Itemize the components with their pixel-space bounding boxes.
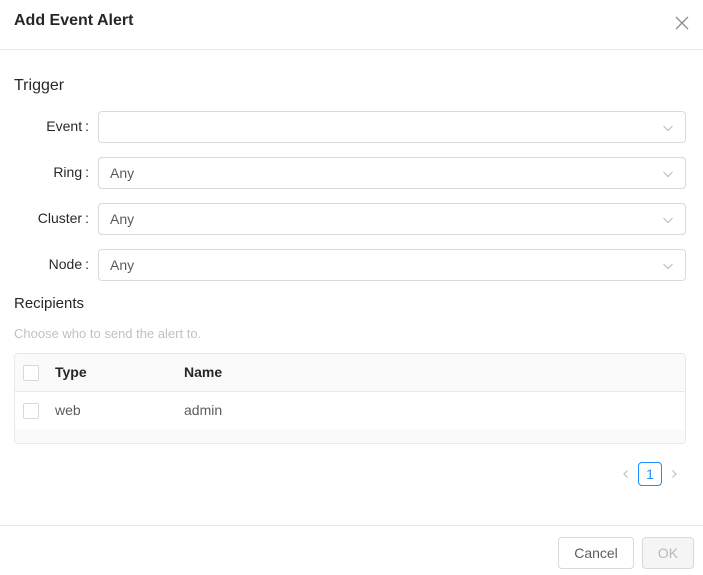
event-label-text: Event [46, 118, 83, 134]
close-button[interactable] [672, 13, 692, 33]
cell-name: admin [184, 402, 223, 418]
pagination: 1 [612, 462, 692, 486]
chevron-down-icon [663, 217, 673, 224]
node-select[interactable]: Any [98, 249, 686, 281]
node-form-row: Node: Any [0, 249, 703, 281]
column-header-type: Type [55, 364, 87, 380]
node-label-text: Node [48, 256, 83, 272]
ring-label-colon: : [85, 164, 89, 180]
ok-button[interactable]: OK [642, 537, 694, 569]
ring-label: Ring: [53, 164, 89, 180]
chevron-down-icon [663, 263, 673, 270]
cluster-label-text: Cluster [37, 210, 83, 226]
node-label: Node: [49, 256, 89, 272]
close-icon [675, 16, 689, 30]
table-header-row: Type Name [15, 354, 685, 392]
recipients-table: Type Name web admin [14, 353, 686, 444]
recipients-hint: Choose who to send the alert to. [14, 326, 202, 341]
cell-type: web [55, 402, 81, 418]
node-select-value: Any [110, 257, 135, 273]
cluster-select[interactable]: Any [98, 203, 686, 235]
ring-form-row: Ring: Any [0, 157, 703, 189]
chevron-left-icon [623, 470, 628, 478]
chevron-down-icon [663, 125, 673, 132]
trigger-section-title: Trigger [14, 77, 65, 94]
dialog-footer: Cancel OK [0, 525, 703, 575]
column-header-name: Name [184, 364, 223, 380]
chevron-down-icon [663, 171, 673, 178]
cancel-button[interactable]: Cancel [558, 537, 634, 569]
cluster-form-row: Cluster: Any [0, 203, 703, 235]
chevron-right-icon [672, 470, 677, 478]
row-checkbox[interactable] [23, 403, 39, 419]
node-label-colon: : [85, 256, 89, 272]
next-page-button[interactable] [662, 462, 686, 486]
dialog-header: Add Event Alert [0, 0, 703, 50]
ring-label-text: Ring [53, 164, 83, 180]
event-label-colon: : [85, 118, 89, 134]
cluster-select-value: Any [110, 211, 135, 227]
table-row[interactable]: web admin [15, 392, 685, 430]
page-item-current[interactable]: 1 [638, 462, 662, 486]
cluster-label-colon: : [85, 210, 89, 226]
prev-page-button[interactable] [614, 462, 638, 486]
add-event-alert-dialog: Add Event Alert Trigger Event: Ring: Any [0, 0, 703, 575]
dialog-title: Add Event Alert [14, 12, 134, 29]
event-label: Event: [46, 118, 89, 134]
ring-select-value: Any [110, 165, 135, 181]
ring-select[interactable]: Any [98, 157, 686, 189]
cluster-label: Cluster: [38, 210, 89, 226]
select-all-checkbox[interactable] [23, 365, 39, 381]
table-footer [15, 430, 685, 443]
event-select[interactable] [98, 111, 686, 143]
event-form-row: Event: [0, 111, 703, 143]
recipients-section-title: Recipients [14, 295, 85, 312]
